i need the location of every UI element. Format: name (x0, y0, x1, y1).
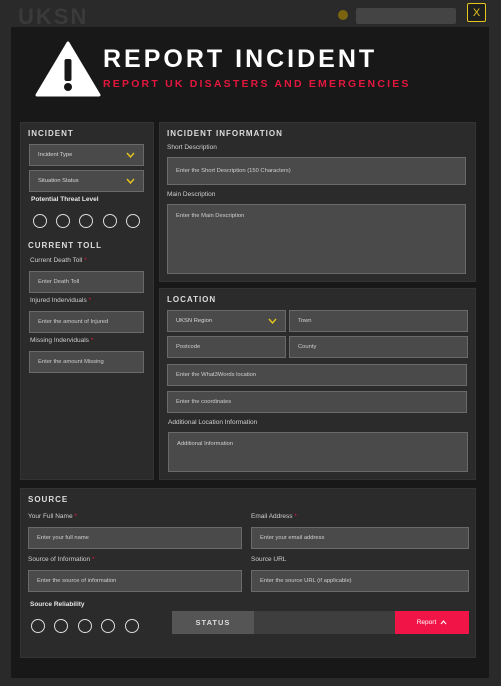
status-bar: STATUS Report (172, 611, 469, 634)
source-reliability-label: Source Reliability (30, 601, 85, 608)
threat-level-radio-5[interactable] (126, 214, 140, 228)
source-heading: SOURCE (28, 495, 69, 504)
report-incident-modal: REPORT INCIDENT REPORT UK DISASTERS AND … (11, 27, 489, 678)
status-label: STATUS (172, 611, 254, 634)
full-name-label: Your Full Name * (28, 513, 77, 520)
chevron-down-icon (126, 152, 135, 158)
county-input[interactable]: County (289, 336, 468, 358)
incident-type-select[interactable]: Incident Type (29, 144, 144, 166)
injured-input[interactable]: Enter the amount of Injured (29, 311, 144, 333)
incident-panel: INCIDENT Incident Type Situation Status … (20, 122, 154, 480)
coordinates-input[interactable]: Enter the coordinates (167, 391, 467, 413)
location-heading: LOCATION (167, 295, 217, 304)
injured-label: Injured Inderviduals * (30, 297, 92, 304)
reliability-radio-2[interactable] (54, 619, 68, 633)
chevron-up-icon (440, 620, 447, 625)
main-description-textarea[interactable]: Enter the Main Description (167, 204, 466, 274)
incident-information-panel: INCIDENT INFORMATION Short Description E… (159, 122, 476, 282)
reliability-radio-4[interactable] (101, 619, 115, 633)
short-description-input[interactable]: Enter the Short Description (150 Charact… (167, 157, 466, 185)
threat-level-radio-3[interactable] (79, 214, 93, 228)
region-select[interactable]: UKSN Region (167, 310, 286, 332)
reliability-radio-5[interactable] (125, 619, 139, 633)
modal-title: REPORT INCIDENT (103, 45, 378, 73)
background-button (356, 8, 456, 24)
threat-level-radio-2[interactable] (56, 214, 70, 228)
source-information-input[interactable]: Enter the source of information (28, 570, 242, 592)
incident-information-heading: INCIDENT INFORMATION (167, 129, 283, 138)
threat-level-radio-1[interactable] (33, 214, 47, 228)
incident-heading: INCIDENT (28, 129, 74, 138)
source-information-label: Source of Information * (28, 556, 95, 563)
close-icon: X (472, 6, 481, 19)
source-url-label: Source URL (251, 556, 287, 563)
source-url-input[interactable]: Enter the source URL (if applicable) (251, 570, 469, 592)
what3words-input[interactable]: Enter the What3Words location (167, 364, 467, 386)
reliability-radio-3[interactable] (78, 619, 92, 633)
death-toll-label: Current Death Toll * (30, 257, 87, 264)
current-toll-heading: CURRENT TOLL (28, 241, 103, 250)
threat-level-label: Potential Threat Level (31, 196, 99, 203)
situation-status-select[interactable]: Situation Status (29, 170, 144, 192)
missing-input[interactable]: Enter the amount Missing (29, 351, 144, 373)
main-description-label: Main Description (167, 191, 216, 198)
missing-label: Missing Inderviduals * (30, 337, 94, 344)
additional-information-textarea[interactable]: Additional Information (168, 432, 468, 472)
modal-subtitle: REPORT UK DISASTERS AND EMERGENCIES (103, 78, 411, 90)
death-toll-input[interactable]: Enter Death Toll (29, 271, 144, 293)
background-gold-icon (338, 10, 348, 20)
email-label: Email Address * (251, 513, 297, 520)
location-panel: LOCATION UKSN Region Town Postcode Count… (159, 288, 476, 480)
chevron-down-icon (268, 318, 277, 324)
postcode-input[interactable]: Postcode (167, 336, 286, 358)
email-input[interactable]: Enter your email address (251, 527, 469, 549)
chevron-down-icon (126, 178, 135, 184)
threat-level-radio-4[interactable] (103, 214, 117, 228)
short-description-label: Short Description (167, 144, 217, 151)
full-name-input[interactable]: Enter your full name (28, 527, 242, 549)
warning-triangle-icon (35, 41, 101, 97)
report-button[interactable]: Report (395, 611, 469, 634)
additional-location-label: Additional Location Information (168, 419, 258, 426)
reliability-radio-1[interactable] (31, 619, 45, 633)
close-button[interactable]: X (467, 3, 486, 22)
town-input[interactable]: Town (289, 310, 468, 332)
